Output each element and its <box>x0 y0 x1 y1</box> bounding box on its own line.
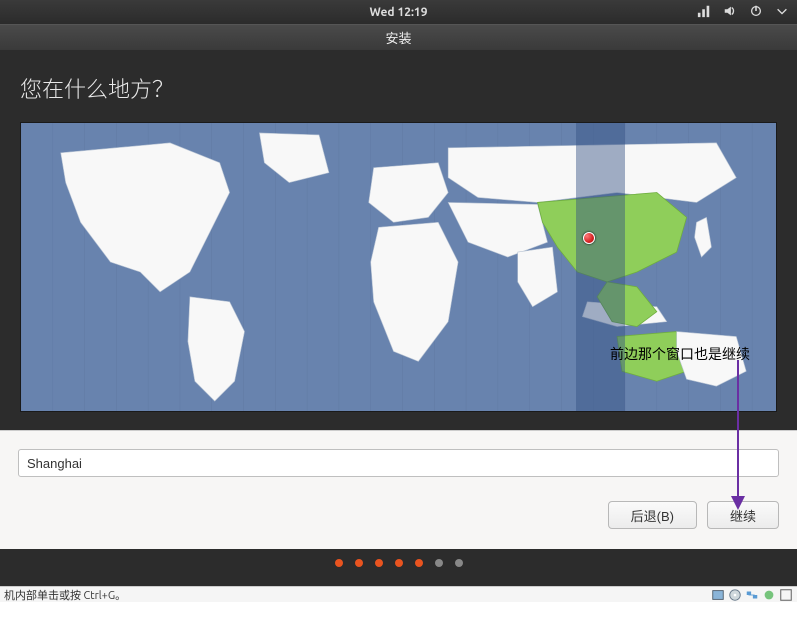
power-icon[interactable] <box>749 4 763 21</box>
page-indicator <box>0 549 797 581</box>
installer-content: 您在什么地方？ <box>0 50 797 430</box>
pager-dot <box>415 559 423 567</box>
back-button[interactable]: 后退(B) <box>608 501 697 529</box>
pager-dot <box>395 559 403 567</box>
world-map-svg <box>21 123 776 411</box>
fullscreen-icon[interactable] <box>779 588 793 602</box>
volume-icon[interactable] <box>723 4 737 21</box>
host-tray <box>711 588 793 602</box>
cd-icon[interactable] <box>728 588 742 602</box>
bottom-panel: 后退(B) 继续 <box>0 430 797 549</box>
usb-icon[interactable] <box>762 588 776 602</box>
timezone-map[interactable] <box>20 122 777 412</box>
net-icon[interactable] <box>745 588 759 602</box>
pager-dot <box>435 559 443 567</box>
top-menu-bar: Wed 12:19 <box>0 0 797 24</box>
pager-dot <box>455 559 463 567</box>
pager-dot <box>335 559 343 567</box>
pager-dot <box>355 559 363 567</box>
window-titlebar: 安装 <box>0 24 797 50</box>
disk-icon[interactable] <box>711 588 725 602</box>
host-statusbar: 机内部单击或按 Ctrl+G。 <box>0 586 797 602</box>
location-input[interactable] <box>18 449 779 477</box>
page-heading: 您在什么地方？ <box>20 72 777 104</box>
host-hint: 机内部单击或按 Ctrl+G。 <box>4 587 126 603</box>
button-row: 后退(B) 继续 <box>18 501 779 529</box>
system-tray <box>697 4 789 21</box>
pager-dot <box>375 559 383 567</box>
window-title: 安装 <box>385 28 411 47</box>
chevron-down-icon[interactable] <box>775 4 789 21</box>
clock: Wed 12:19 <box>370 6 428 19</box>
network-icon[interactable] <box>697 4 711 21</box>
selected-timezone-band <box>576 123 625 411</box>
annotation-arrow <box>726 360 750 510</box>
